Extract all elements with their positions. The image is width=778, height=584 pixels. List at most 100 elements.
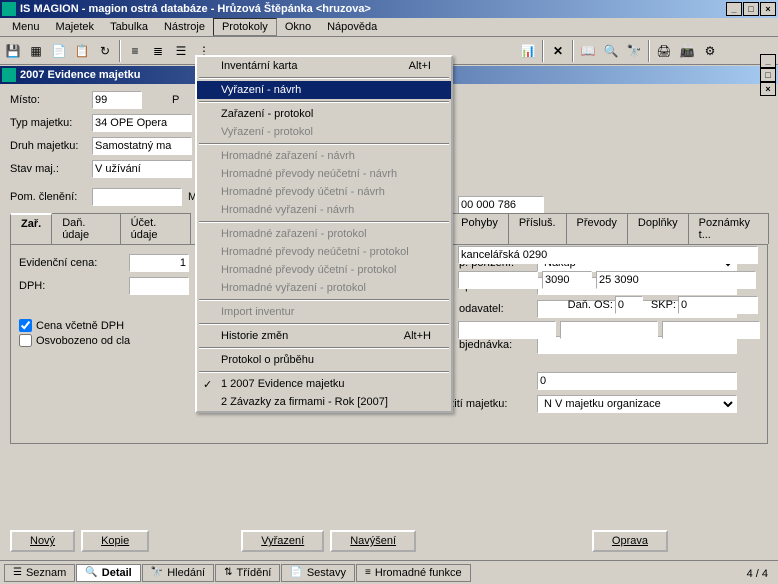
dropdown-item-label: Hromadné převody neúčetní - návrh: [221, 168, 397, 180]
col3-input[interactable]: [596, 271, 756, 289]
toolbar-separator: [648, 40, 650, 62]
menu-okno[interactable]: Okno: [277, 19, 319, 35]
dropdown-shortcut: Alt+I: [409, 60, 431, 72]
dropdown-separator: [199, 371, 449, 373]
dropdown-item[interactable]: Protokol o průběhu: [197, 351, 451, 369]
btab-hromadne[interactable]: ≡Hromadné funkce: [356, 564, 471, 582]
dropdown-item[interactable]: 2 Závazky za firmami - Rok [2007]: [197, 393, 451, 411]
osvobozeno-checkbox[interactable]: [19, 334, 32, 347]
cena-vcetne-checkbox[interactable]: [19, 319, 32, 332]
skp-input[interactable]: [537, 372, 737, 390]
kod-select[interactable]: N V majetku organizace: [537, 395, 737, 413]
menu-tabulka[interactable]: Tabulka: [102, 19, 156, 35]
menu-majetek[interactable]: Majetek: [48, 19, 103, 35]
kopie-button[interactable]: Kopie: [81, 530, 149, 552]
tool-binoculars-icon[interactable]: 🔭: [623, 40, 645, 62]
batch-icon: ≡: [365, 567, 371, 578]
tool-print-icon[interactable]: 🖨: [653, 40, 675, 62]
dropdown-item[interactable]: Zařazení - protokol: [197, 105, 451, 123]
btab-seznam[interactable]: ☰Seznam: [4, 564, 75, 582]
typ-input[interactable]: [92, 114, 192, 132]
blank1-input[interactable]: [458, 321, 556, 339]
blank2-input[interactable]: [560, 321, 658, 339]
dropdown-item-label: Hromadné vyřazení - návrh: [221, 204, 354, 216]
evid-input[interactable]: [129, 254, 189, 272]
tool-lines3-icon[interactable]: ☰: [170, 40, 192, 62]
druh-input[interactable]: [92, 137, 192, 155]
tab-doplnky[interactable]: Doplňky: [627, 213, 689, 244]
dph-label: DPH:: [19, 280, 129, 292]
stav-label: Stav maj.:: [10, 163, 92, 175]
pom-input[interactable]: [92, 188, 182, 206]
child-icon: [2, 68, 16, 82]
pom-label: Pom. členění:: [10, 191, 92, 203]
dropdown-item-label: Protokol o průběhu: [221, 354, 314, 366]
dropdown-item: Hromadné převody účetní - návrh: [197, 183, 451, 201]
dropdown-item[interactable]: Historie změnAlt+H: [197, 327, 451, 345]
tool-lines1-icon[interactable]: ≡: [124, 40, 146, 62]
stav-input[interactable]: [92, 160, 192, 178]
tool-save-icon[interactable]: 💾: [2, 40, 24, 62]
dropdown-item: Hromadné vyřazení - protokol: [197, 279, 451, 297]
oprava-button[interactable]: Oprava: [592, 530, 668, 552]
dropdown-item[interactable]: Vyřazení - návrh: [197, 81, 451, 99]
sort-icon: ⇅: [224, 567, 232, 578]
menu-napoveda[interactable]: Nápověda: [319, 19, 385, 35]
col1-input[interactable]: [458, 271, 538, 289]
dropdown-item: Hromadné vyřazení - návrh: [197, 201, 451, 219]
menu-protokoly[interactable]: Protokoly: [213, 18, 277, 36]
dropdown-item-label: Inventární karta: [221, 60, 297, 72]
tab-ucet[interactable]: Účet. údaje: [120, 213, 192, 244]
toolbar-separator: [542, 40, 544, 62]
dropdown-separator: [199, 347, 449, 349]
tab-zar[interactable]: Zař.: [10, 213, 52, 244]
tool-zoom-icon[interactable]: 🔍: [600, 40, 622, 62]
danos-input[interactable]: [615, 296, 643, 314]
btab-detail[interactable]: 🔍Detail: [76, 564, 140, 582]
child-minimize-button[interactable]: _: [760, 54, 776, 68]
tab-prevody[interactable]: Převody: [566, 213, 628, 244]
navyseni-button[interactable]: Navýšení: [330, 530, 416, 552]
tab-prislus[interactable]: Přísluš.: [508, 213, 567, 244]
btab-hledani[interactable]: 🔭Hledání: [142, 564, 214, 582]
tool-chart-icon[interactable]: 📊: [517, 40, 539, 62]
tool-refresh-icon[interactable]: ↻: [94, 40, 116, 62]
tab-poznamky[interactable]: Poznámky t...: [688, 213, 769, 244]
dropdown-item[interactable]: 1 2007 Evidence majetku✓: [197, 375, 451, 393]
dph-input[interactable]: [129, 277, 189, 295]
novy-button[interactable]: Nový: [10, 530, 75, 552]
tab-pohyby[interactable]: Pohyby: [450, 213, 509, 244]
danos-label: Daň. OS:: [568, 299, 613, 311]
tool-lines2-icon[interactable]: ≣: [147, 40, 169, 62]
col2-input[interactable]: [542, 271, 592, 289]
tab-dan[interactable]: Daň. údaje: [51, 213, 120, 244]
minimize-button[interactable]: _: [726, 2, 742, 16]
inv1-input[interactable]: [458, 196, 544, 214]
toolbar-separator: [119, 40, 121, 62]
protokoly-dropdown: Inventární karta Alt+I Vyřazení - návrh Zař…: [195, 55, 453, 413]
tool-doc-icon[interactable]: 📋: [71, 40, 93, 62]
tool-new-icon[interactable]: 📄: [48, 40, 70, 62]
p-label: P: [172, 94, 179, 106]
nazev-input[interactable]: [458, 246, 758, 264]
skp-top-input[interactable]: [678, 296, 758, 314]
close-button[interactable]: ×: [760, 2, 776, 16]
dropdown-item[interactable]: Inventární karta Alt+I: [197, 57, 451, 75]
cena-vcetne-label: Cena včetně DPH: [36, 320, 124, 332]
dropdown-item-label: Historie změn: [221, 330, 288, 342]
dropdown-item-label: Vyřazení - návrh: [221, 84, 301, 96]
tool-grid-icon[interactable]: ▦: [25, 40, 47, 62]
tool-printer2-icon[interactable]: 📠: [676, 40, 698, 62]
vyrazeni-button[interactable]: Vyřazení: [241, 530, 324, 552]
maximize-button[interactable]: □: [743, 2, 759, 16]
tool-x-icon[interactable]: ✕: [547, 40, 569, 62]
menu-nastroje[interactable]: Nástroje: [156, 19, 213, 35]
menu-menu[interactable]: Menu: [4, 19, 48, 35]
child-maximize-button[interactable]: □: [760, 68, 776, 82]
btab-trideni[interactable]: ⇅Třídění: [215, 564, 280, 582]
blank3-input[interactable]: [662, 321, 760, 339]
misto-input[interactable]: [92, 91, 142, 109]
btab-sestavy[interactable]: 📄Sestavy: [281, 564, 355, 582]
tool-book-icon[interactable]: 📖: [577, 40, 599, 62]
tool-config-icon[interactable]: ⚙: [699, 40, 721, 62]
